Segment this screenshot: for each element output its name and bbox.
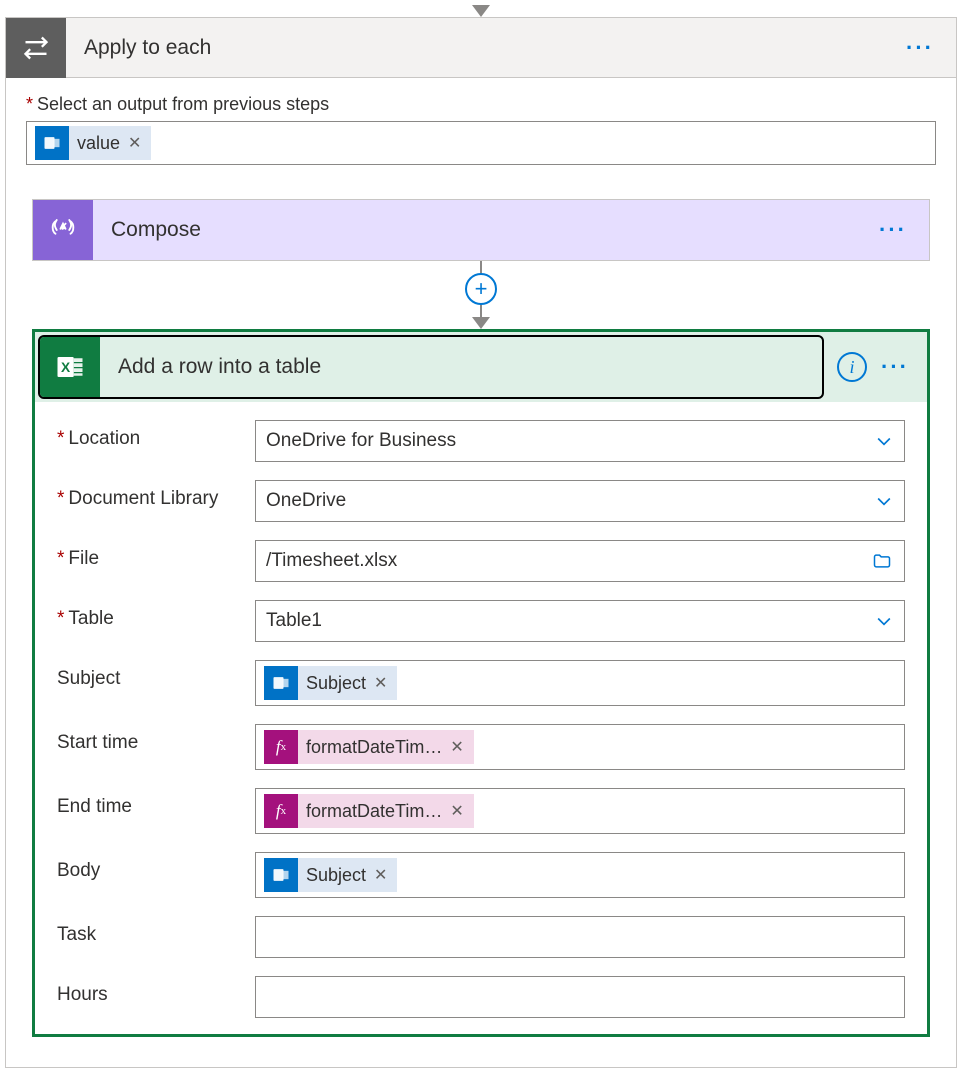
outlook-icon <box>35 126 69 160</box>
remove-token-icon[interactable]: ✕ <box>374 865 387 885</box>
body-token[interactable]: Subject ✕ <box>264 858 397 892</box>
apply-to-each-card: Apply to each ··· *Select an output from… <box>5 17 957 1068</box>
add-step-button[interactable]: + <box>465 273 497 305</box>
info-button[interactable]: i <box>837 352 867 382</box>
remove-token-icon[interactable]: ✕ <box>450 737 463 757</box>
table-dropdown[interactable]: Table1 <box>255 600 905 642</box>
start-time-field[interactable]: fx formatDateTim… ✕ <box>255 724 905 770</box>
row-table: *Table Table1 <box>57 600 905 642</box>
outlook-icon <box>264 666 298 700</box>
row-start-time: Start time fx formatDateTim… ✕ <box>57 724 905 770</box>
chevron-down-icon <box>874 491 894 511</box>
row-task: Task <box>57 916 905 958</box>
outlook-icon <box>264 858 298 892</box>
fx-icon: fx <box>264 794 298 828</box>
hours-field[interactable] <box>255 976 905 1018</box>
apply-to-each-menu[interactable]: ··· <box>884 35 956 61</box>
location-dropdown[interactable]: OneDrive for Business <box>255 420 905 462</box>
chevron-down-icon <box>874 431 894 451</box>
remove-token-icon[interactable]: ✕ <box>450 801 463 821</box>
select-output-label: *Select an output from previous steps <box>26 94 936 115</box>
connector-mid: + <box>32 261 930 329</box>
add-row-title: Add a row into a table <box>100 355 822 379</box>
row-end-time: End time fx formatDateTim… ✕ <box>57 788 905 834</box>
compose-card: Compose ··· <box>32 199 930 261</box>
row-subject: Subject Subject ✕ <box>57 660 905 706</box>
loop-icon <box>6 18 66 78</box>
compose-menu[interactable]: ··· <box>857 217 929 243</box>
row-body: Body Subject ✕ <box>57 852 905 898</box>
compose-header[interactable]: Compose ··· <box>33 200 929 260</box>
fx-token[interactable]: fx formatDateTim… ✕ <box>264 794 474 828</box>
compose-icon <box>33 200 93 260</box>
fx-icon: fx <box>264 730 298 764</box>
value-token[interactable]: value ✕ <box>35 126 151 160</box>
excel-icon: X <box>40 337 100 397</box>
row-doc-library: *Document Library OneDrive <box>57 480 905 522</box>
subject-field[interactable]: Subject ✕ <box>255 660 905 706</box>
compose-title: Compose <box>93 218 857 242</box>
add-row-header[interactable]: X Add a row into a table <box>38 335 824 399</box>
row-file: *File /Timesheet.xlsx <box>57 540 905 582</box>
remove-token-icon[interactable]: ✕ <box>374 673 387 693</box>
row-hours: Hours <box>57 976 905 1018</box>
add-row-menu[interactable]: ··· <box>877 354 927 380</box>
chevron-down-icon <box>874 611 894 631</box>
file-picker[interactable]: /Timesheet.xlsx <box>255 540 905 582</box>
apply-to-each-title: Apply to each <box>66 36 884 60</box>
remove-token-icon[interactable]: ✕ <box>128 133 141 153</box>
body-field[interactable]: Subject ✕ <box>255 852 905 898</box>
row-location: *Location OneDrive for Business <box>57 420 905 462</box>
svg-text:X: X <box>61 360 71 375</box>
task-field[interactable] <box>255 916 905 958</box>
connector-top <box>5 5 957 17</box>
end-time-field[interactable]: fx formatDateTim… ✕ <box>255 788 905 834</box>
fx-token[interactable]: fx formatDateTim… ✕ <box>264 730 474 764</box>
add-row-card: X Add a row into a table i ··· <box>32 329 930 1037</box>
folder-icon[interactable] <box>870 551 894 571</box>
apply-to-each-header[interactable]: Apply to each ··· <box>6 18 956 78</box>
doc-library-dropdown[interactable]: OneDrive <box>255 480 905 522</box>
subject-token[interactable]: Subject ✕ <box>264 666 397 700</box>
select-output-field[interactable]: value ✕ <box>26 121 936 165</box>
